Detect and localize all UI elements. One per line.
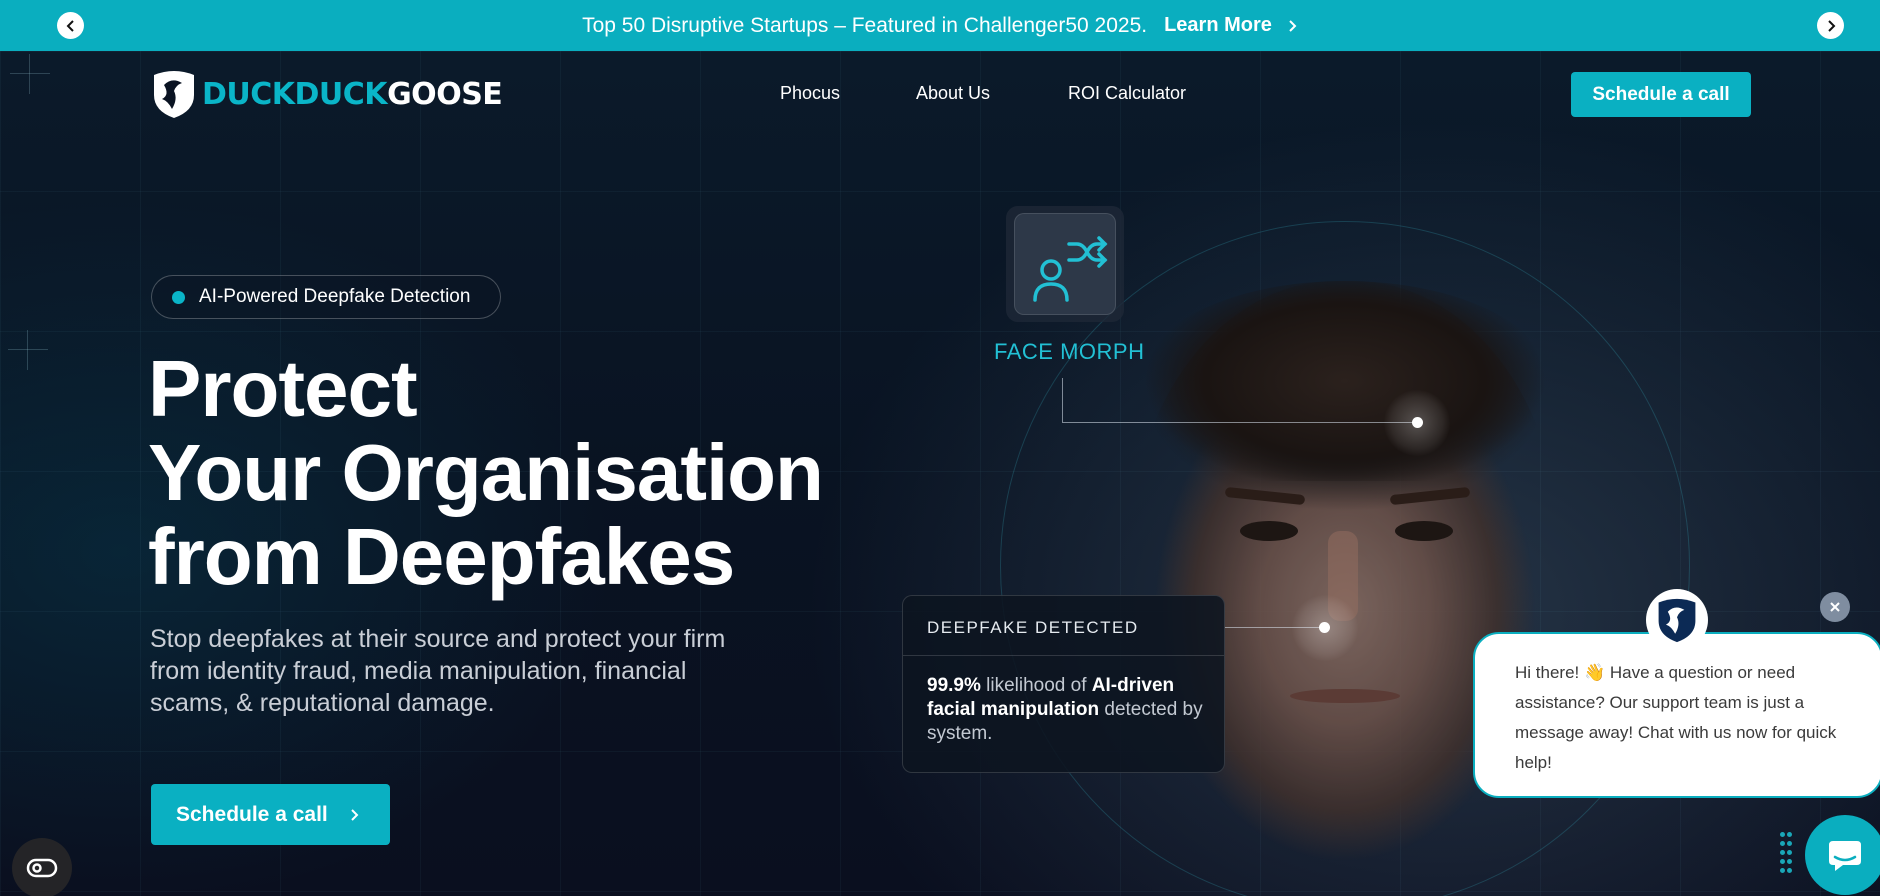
nav-item-phocus[interactable]: Phocus — [780, 83, 840, 104]
face-mouth — [1290, 689, 1400, 703]
nav-schedule-call-button[interactable]: Schedule a call — [1571, 72, 1751, 117]
accessibility-button[interactable] — [12, 838, 72, 896]
chat-close-button[interactable] — [1820, 592, 1850, 622]
user-shuffle-icon — [1033, 236, 1108, 302]
announcement-banner: Top 50 Disruptive Startups – Featured in… — [0, 0, 1880, 51]
headline-line: Your Organisation — [148, 428, 824, 517]
connector-line — [1062, 422, 1417, 423]
chevron-right-icon — [351, 808, 359, 821]
chat-avatar — [1646, 589, 1708, 651]
chat-bubble-icon — [1829, 841, 1861, 871]
brand-name: DUCKDUCKGOOSE — [202, 76, 503, 112]
plus-decoration — [10, 54, 50, 94]
banner-next-button[interactable] — [1817, 12, 1844, 39]
chevron-left-icon — [66, 19, 74, 32]
pill-label: AI-Powered Deepfake Detection — [199, 286, 471, 307]
face-morph-label: FACE MORPH — [994, 339, 1145, 364]
marker-dot — [1319, 622, 1330, 633]
face-hair — [1140, 281, 1550, 481]
close-icon — [1830, 602, 1840, 612]
face-eye — [1240, 521, 1298, 541]
chat-greeting-bubble[interactable]: Hi there! 👋 Have a question or need assi… — [1473, 632, 1880, 798]
hero-subtext: Stop deepfakes at their source and prote… — [150, 625, 726, 717]
goose-shield-icon — [154, 71, 194, 118]
card-divider — [903, 655, 1224, 656]
nav-item-roi-calculator[interactable]: ROI Calculator — [1068, 83, 1186, 104]
banner-prev-button[interactable] — [57, 12, 84, 39]
banner-learn-more-label: Learn More — [1164, 14, 1272, 36]
nav-item-about-us[interactable]: About Us — [916, 83, 990, 104]
deepfake-card-title: DEEPFAKE DETECTED — [927, 618, 1139, 637]
status-dot — [172, 290, 185, 304]
headline-line: Protect — [148, 344, 418, 433]
chat-message: Hi there! 👋 Have a question or need assi… — [1515, 663, 1837, 772]
deepfake-card-body: 99.9% likelihood of AI-driven facial man… — [927, 675, 1203, 744]
drag-handle-icon[interactable] — [1780, 832, 1794, 874]
face-morph-tile — [1006, 206, 1124, 322]
detection-percent: 99.9% — [927, 675, 981, 696]
banner-learn-more-link[interactable]: Learn More — [1164, 14, 1298, 37]
hero-cta-label: Schedule a call — [176, 802, 328, 826]
hero-headline: Protect Your Organisation from Deepfakes — [148, 347, 868, 599]
chevron-right-icon — [1827, 19, 1835, 32]
brand-logo[interactable]: DUCKDUCKGOOSE — [150, 69, 503, 119]
deepfake-detected-card: DEEPFAKE DETECTED 99.9% likelihood of AI… — [902, 595, 1225, 773]
goose-shield-icon — [1658, 598, 1696, 643]
banner-text: Top 50 Disruptive Startups – Featured in… — [582, 13, 1148, 37]
face-eye — [1395, 521, 1453, 541]
chevron-right-icon — [1289, 19, 1297, 32]
marker-dot — [1412, 417, 1423, 428]
chat-launcher-button[interactable] — [1805, 815, 1880, 895]
hero-schedule-call-button[interactable]: Schedule a call — [151, 784, 390, 845]
feature-pill: AI-Powered Deepfake Detection — [151, 275, 501, 319]
headline-line: from Deepfakes — [148, 512, 735, 601]
plus-decoration — [8, 330, 48, 370]
accessibility-toggle-icon — [26, 858, 58, 878]
connector-line — [1062, 378, 1063, 422]
